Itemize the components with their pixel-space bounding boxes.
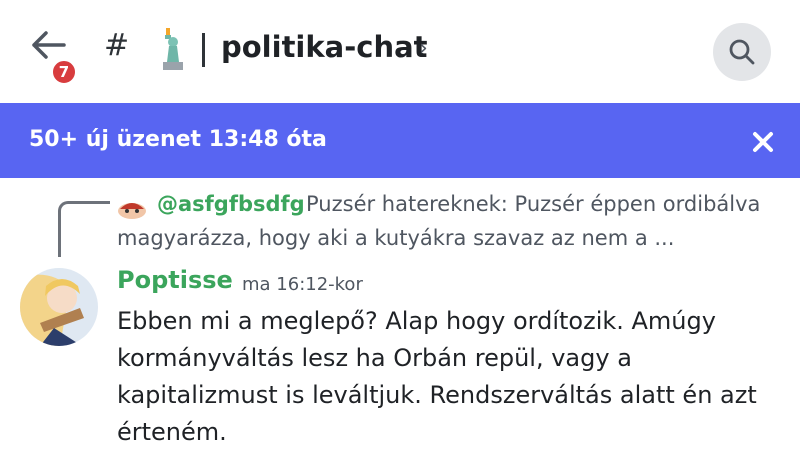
avatar[interactable] xyxy=(20,268,98,346)
channel-name[interactable]: politika-chat xyxy=(221,30,428,64)
chevron-right-icon[interactable]: › xyxy=(419,36,428,61)
message-content[interactable]: Ebben mi a meglepő? Alap hogy ordítozik.… xyxy=(117,303,787,451)
channel-hash-icon: # xyxy=(104,28,130,63)
reply-author[interactable]: @asfgfbsdfg xyxy=(157,192,305,216)
search-icon xyxy=(729,39,755,65)
message-author[interactable]: Poptisse xyxy=(117,266,233,294)
close-icon[interactable] xyxy=(748,127,778,157)
message-line: kapitalizmust is leváltjuk. Rendszervált… xyxy=(117,381,757,409)
channel-header: 7 # politika-chat › xyxy=(0,0,800,103)
header-divider xyxy=(202,33,205,67)
statue-of-liberty-icon xyxy=(163,28,183,70)
search-button[interactable] xyxy=(713,23,771,81)
new-messages-banner[interactable]: 50+ új üzenet 13:48 óta xyxy=(0,103,800,178)
message-line: érteném. xyxy=(117,418,227,446)
message-line: kormányváltás lesz ha Orbán repül, vagy … xyxy=(117,344,632,372)
reply-preview-line2[interactable]: magyarázza, hogy aki a kutyákra szavaz a… xyxy=(117,226,674,250)
reply-avatar[interactable] xyxy=(115,195,149,221)
user-avatar-image xyxy=(20,268,98,346)
arrow-left-icon xyxy=(32,31,66,59)
unread-badge: 7 xyxy=(50,58,78,86)
message-timestamp: ma 16:12-kor xyxy=(242,274,363,295)
back-button[interactable]: 7 xyxy=(30,30,78,86)
reply-connector xyxy=(58,201,110,257)
message-line: Ebben mi a meglepő? Alap hogy ordítozik.… xyxy=(117,307,716,335)
new-messages-text: 50+ új üzenet 13:48 óta xyxy=(29,127,327,152)
reply-preview-line1[interactable]: Puzsér hatereknek: Puzsér éppen ordibálv… xyxy=(306,192,760,216)
